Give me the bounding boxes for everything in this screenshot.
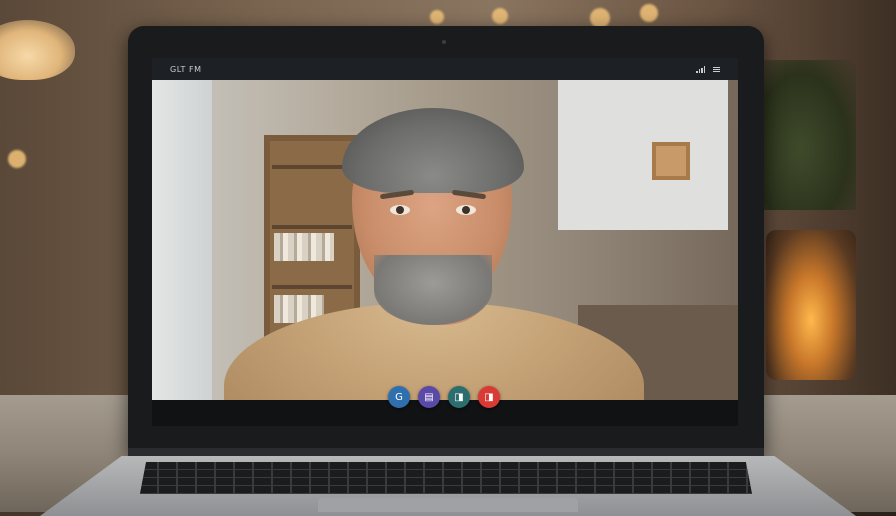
- bokeh-light: [492, 8, 508, 24]
- signal-icon: [696, 65, 705, 73]
- chat-icon: ▤: [424, 391, 434, 403]
- call-controls: G ▤ ◨ ◨: [388, 386, 500, 408]
- webcam-icon: [442, 40, 446, 44]
- end-call-icon: ◨: [484, 391, 494, 403]
- bokeh-light: [640, 4, 658, 22]
- window: [152, 80, 212, 400]
- camera-button[interactable]: ◨: [448, 386, 470, 408]
- g-logo-icon: G: [395, 391, 403, 403]
- bokeh-light: [8, 150, 26, 168]
- right-eye: [456, 205, 476, 215]
- app-title: GLT FM: [170, 64, 202, 74]
- keyboard-rows: [140, 462, 752, 494]
- video-feed: [152, 80, 738, 400]
- bokeh-light: [430, 10, 444, 24]
- camera-icon: ◨: [454, 391, 464, 403]
- trackpad: [318, 498, 578, 512]
- participants-button[interactable]: G: [388, 386, 410, 408]
- end-call-button[interactable]: ◨: [478, 386, 500, 408]
- person-hair: [342, 108, 524, 193]
- person-beard: [374, 255, 492, 325]
- bokeh-light: [590, 8, 610, 28]
- laptop-screen: GLT FM G ▤ ◨ ◨: [152, 58, 738, 426]
- chat-button[interactable]: ▤: [418, 386, 440, 408]
- status-icons: [696, 65, 720, 73]
- menu-icon[interactable]: [713, 66, 720, 72]
- app-topbar: GLT FM: [152, 58, 738, 80]
- picture-frame: [652, 142, 690, 180]
- wall-cabinet: [558, 80, 728, 230]
- left-eye: [390, 205, 410, 215]
- candle-lantern: [766, 230, 856, 380]
